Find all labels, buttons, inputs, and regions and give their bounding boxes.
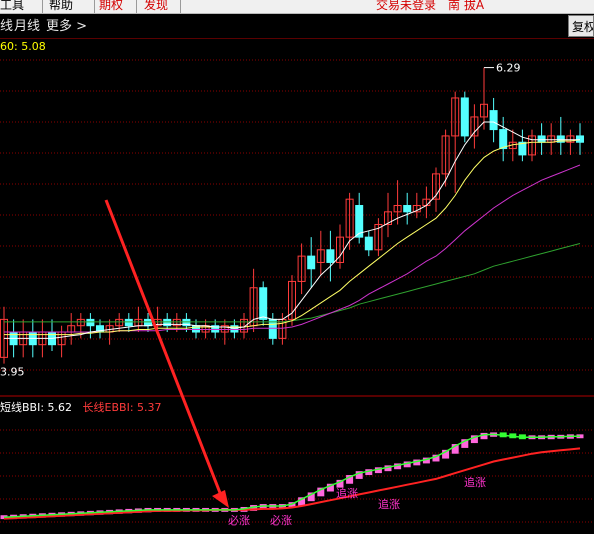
high-price-label: 6.29	[496, 62, 521, 75]
candle-body	[460, 97, 469, 137]
tab-monthly[interactable]: 月线	[14, 19, 40, 34]
bbi-legend: 短线BBI: 5.62 长线EBBI: 5.37	[0, 401, 162, 415]
broker-name[interactable]: 南 拔A	[448, 0, 484, 11]
signal-label: 必涨	[270, 514, 292, 527]
tab-more[interactable]: 更多 >	[46, 19, 87, 34]
menu-separator	[42, 0, 43, 13]
menu-bar: 工具 帮助 期权 发现 交易未登录 南 拔A	[0, 0, 594, 14]
signal-label: 追涨	[464, 475, 486, 489]
candle-body	[86, 318, 95, 327]
menu-separator	[136, 0, 137, 13]
candle-body	[489, 110, 498, 131]
arrow-head	[212, 490, 229, 508]
menu-separator	[94, 0, 95, 13]
candle-body	[326, 249, 335, 263]
menu-item-options[interactable]: 期权	[99, 0, 123, 11]
candle-body	[576, 135, 584, 143]
menu-separator	[180, 0, 181, 13]
tab-edge-label: 线	[0, 19, 14, 34]
restore-rights-button[interactable]: 复权	[568, 15, 594, 37]
ma-label: 60: 5.08	[0, 40, 46, 53]
menu-item-tools[interactable]: 工具	[0, 0, 24, 11]
kline-chart[interactable]: 6.293.95必涨 必涨追涨追涨追涨	[0, 38, 594, 534]
candle-body	[537, 135, 546, 143]
candle-body	[124, 318, 133, 327]
signal-label: 追涨	[336, 486, 358, 500]
candle-body	[144, 318, 152, 327]
bbi-short-label: 短线BBI: 5.62	[0, 401, 73, 414]
candle-body	[364, 236, 373, 251]
bbi-long-line	[3, 447, 581, 520]
signal-label: 必涨	[228, 514, 250, 527]
candle-body	[403, 205, 412, 213]
signal-label: 追涨	[378, 497, 400, 511]
menu-item-help[interactable]: 帮助	[49, 0, 73, 11]
candle-body	[499, 129, 508, 150]
menu-item-discover[interactable]: 发现	[144, 0, 168, 11]
candle-body	[259, 287, 268, 320]
trade-login-status[interactable]: 交易未登录	[376, 0, 436, 11]
low-price-label: 3.95	[0, 366, 25, 379]
candle-body	[307, 255, 316, 270]
bbi-long-label: 长线EBBI: 5.37	[82, 401, 162, 414]
period-tab-bar: 线 月线 更多 >	[0, 14, 594, 39]
